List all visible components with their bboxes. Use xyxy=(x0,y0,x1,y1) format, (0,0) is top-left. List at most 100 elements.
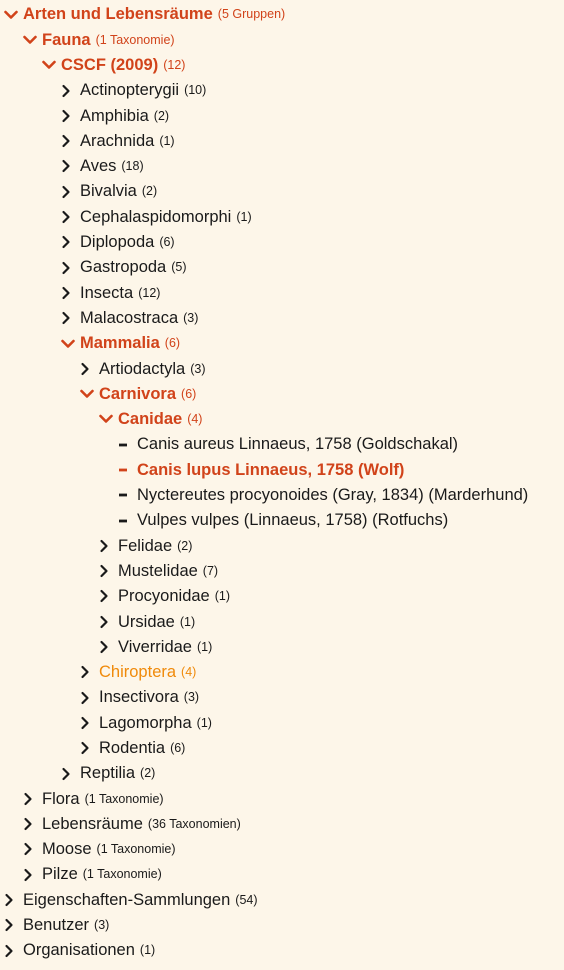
tree-node[interactable]: Pilze (1 Taxonomie) xyxy=(0,862,564,887)
tree-node-label[interactable]: Rodentia xyxy=(99,740,165,757)
tree-node[interactable]: Artiodactyla (3) xyxy=(0,356,564,381)
tree-node[interactable]: Felidae (2) xyxy=(0,533,564,558)
chevron-right-icon[interactable] xyxy=(4,918,23,932)
tree-node-label[interactable]: Malacostraca xyxy=(80,310,178,327)
tree-node-label[interactable]: Mustelidae xyxy=(118,563,198,580)
tree-node-label[interactable]: Procyonidae xyxy=(118,588,210,605)
tree-node-label[interactable]: Chiroptera xyxy=(99,664,176,681)
tree-node[interactable]: Aves (18) xyxy=(0,154,564,179)
tree-node-label[interactable]: CSCF (2009) xyxy=(61,57,158,74)
tree-node[interactable]: Canis aureus Linnaeus, 1758 (Goldschakal… xyxy=(0,432,564,457)
tree-node[interactable]: Nyctereutes procyonoides (Gray, 1834) (M… xyxy=(0,483,564,508)
tree-node-label[interactable]: Canis aureus Linnaeus, 1758 (Goldschakal… xyxy=(137,436,458,453)
chevron-right-icon[interactable] xyxy=(61,84,80,98)
chevron-right-icon[interactable] xyxy=(80,741,99,755)
tree-node-label[interactable]: Aves xyxy=(80,158,116,175)
tree-node[interactable]: Cephalaspidomorphi (1) xyxy=(0,204,564,229)
tree-node[interactable]: Flora (1 Taxonomie) xyxy=(0,786,564,811)
tree-node[interactable]: Carnivora (6) xyxy=(0,381,564,406)
tree-node[interactable]: Ursidae (1) xyxy=(0,609,564,634)
tree-node-label[interactable]: Actinopterygii xyxy=(80,82,179,99)
chevron-right-icon[interactable] xyxy=(23,868,42,882)
tree-node[interactable]: Rodentia (6) xyxy=(0,736,564,761)
chevron-right-icon[interactable] xyxy=(80,716,99,730)
tree-node-label[interactable]: Fauna xyxy=(42,32,91,49)
tree-node-label[interactable]: Pilze xyxy=(42,866,78,883)
tree-node-label[interactable]: Carnivora xyxy=(99,386,176,403)
tree-node-label[interactable]: Lebensräume xyxy=(42,816,143,833)
tree-node[interactable]: Benutzer (3) xyxy=(0,913,564,938)
tree-node-label[interactable]: Gastropoda xyxy=(80,259,166,276)
tree-node-label[interactable]: Ursidae xyxy=(118,614,175,631)
tree-node-label[interactable]: Viverridae xyxy=(118,639,192,656)
tree-node[interactable]: Moose (1 Taxonomie) xyxy=(0,837,564,862)
tree-node-label[interactable]: Artiodactyla xyxy=(99,361,185,378)
tree-node[interactable]: Viverridae (1) xyxy=(0,634,564,659)
tree-node-label[interactable]: Reptilia xyxy=(80,765,135,782)
tree-node[interactable]: Procyonidae (1) xyxy=(0,584,564,609)
tree-node[interactable]: Mustelidae (7) xyxy=(0,559,564,584)
chevron-right-icon[interactable] xyxy=(61,767,80,781)
tree-node-label[interactable]: Canidae xyxy=(118,411,182,428)
chevron-right-icon[interactable] xyxy=(80,665,99,679)
tree-node-label[interactable]: Lagomorpha xyxy=(99,715,192,732)
tree-node[interactable]: Lagomorpha (1) xyxy=(0,710,564,735)
chevron-right-icon[interactable] xyxy=(61,159,80,173)
tree-node[interactable]: Bivalvia (2) xyxy=(0,179,564,204)
chevron-right-icon[interactable] xyxy=(99,615,118,629)
tree-node[interactable]: Actinopterygii (10) xyxy=(0,78,564,103)
tree-node[interactable]: Mammalia (6) xyxy=(0,331,564,356)
tree-node-label[interactable]: Diplopoda xyxy=(80,234,154,251)
tree-node-label[interactable]: Canis lupus Linnaeus, 1758 (Wolf) xyxy=(137,462,404,479)
tree-node[interactable]: CSCF (2009) (12) xyxy=(0,53,564,78)
chevron-right-icon[interactable] xyxy=(23,842,42,856)
tree-node[interactable]: Gastropoda (5) xyxy=(0,255,564,280)
chevron-right-icon[interactable] xyxy=(61,109,80,123)
tree-node[interactable]: Malacostraca (3) xyxy=(0,306,564,331)
chevron-right-icon[interactable] xyxy=(99,539,118,553)
tree-node[interactable]: Fauna (1 Taxonomie) xyxy=(0,27,564,52)
tree-node-label[interactable]: Insecta xyxy=(80,285,133,302)
chevron-right-icon[interactable] xyxy=(61,235,80,249)
tree-node-label[interactable]: Insectivora xyxy=(99,689,179,706)
chevron-right-icon[interactable] xyxy=(4,944,23,958)
chevron-right-icon[interactable] xyxy=(99,589,118,603)
tree-node-label[interactable]: Benutzer xyxy=(23,917,89,934)
tree-node[interactable]: Vulpes vulpes (Linnaeus, 1758) (Rotfuchs… xyxy=(0,508,564,533)
tree-node-label[interactable]: Cephalaspidomorphi xyxy=(80,209,231,226)
chevron-right-icon[interactable] xyxy=(80,362,99,376)
tree-node[interactable]: Lebensräume (36 Taxonomien) xyxy=(0,812,564,837)
tree-node-label[interactable]: Arachnida xyxy=(80,133,154,150)
tree-node[interactable]: Canis lupus Linnaeus, 1758 (Wolf) xyxy=(0,457,564,482)
tree-node-label[interactable]: Moose xyxy=(42,841,92,858)
chevron-right-icon[interactable] xyxy=(61,185,80,199)
chevron-right-icon[interactable] xyxy=(99,640,118,654)
tree-node-label[interactable]: Flora xyxy=(42,791,80,808)
chevron-right-icon[interactable] xyxy=(61,261,80,275)
chevron-right-icon[interactable] xyxy=(99,564,118,578)
tree-node-label[interactable]: Arten und Lebensräume xyxy=(23,6,213,23)
dash-icon[interactable] xyxy=(118,467,137,473)
dash-icon[interactable] xyxy=(118,442,137,448)
tree-node[interactable]: Reptilia (2) xyxy=(0,761,564,786)
dash-icon[interactable] xyxy=(118,492,137,498)
tree-node-label[interactable]: Mammalia xyxy=(80,335,160,352)
chevron-right-icon[interactable] xyxy=(61,286,80,300)
chevron-right-icon[interactable] xyxy=(23,792,42,806)
chevron-down-icon[interactable] xyxy=(42,60,61,70)
tree-node[interactable]: Canidae (4) xyxy=(0,407,564,432)
tree-node[interactable]: Amphibia (2) xyxy=(0,103,564,128)
chevron-right-icon[interactable] xyxy=(80,691,99,705)
tree-node[interactable]: Chiroptera (4) xyxy=(0,660,564,685)
tree-node[interactable]: Insectivora (3) xyxy=(0,685,564,710)
chevron-right-icon[interactable] xyxy=(61,210,80,224)
tree-node[interactable]: Eigenschaften-Sammlungen (54) xyxy=(0,887,564,912)
chevron-right-icon[interactable] xyxy=(61,311,80,325)
chevron-right-icon[interactable] xyxy=(23,817,42,831)
tree-node-label[interactable]: Felidae xyxy=(118,538,172,555)
chevron-down-icon[interactable] xyxy=(23,35,42,45)
tree-node-label[interactable]: Eigenschaften-Sammlungen xyxy=(23,892,230,909)
tree-node[interactable]: Diplopoda (6) xyxy=(0,230,564,255)
tree-node[interactable]: Insecta (12) xyxy=(0,280,564,305)
chevron-right-icon[interactable] xyxy=(61,134,80,148)
